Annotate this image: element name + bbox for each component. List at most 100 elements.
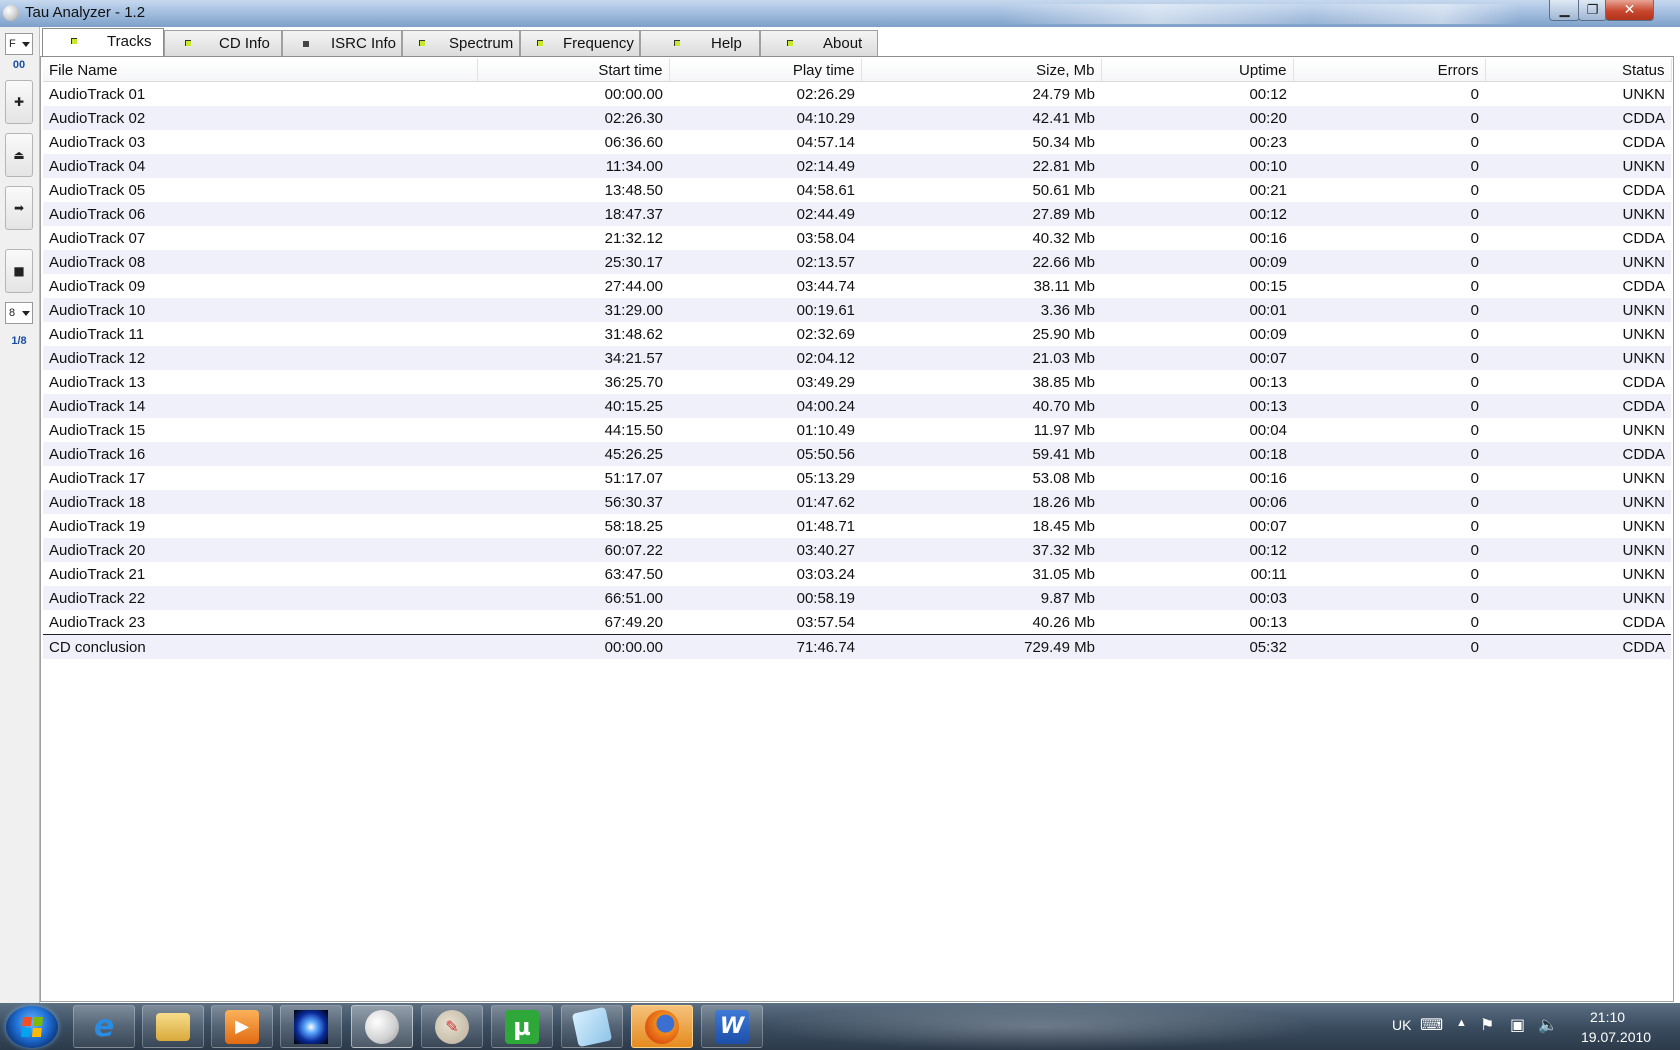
start-button[interactable] (6, 1006, 58, 1048)
cell-play-time: 03:03.24 (796, 565, 855, 583)
taskbar-tau-analyzer[interactable] (351, 1005, 413, 1048)
cell-uptime: 00:06 (1101, 490, 1293, 514)
taskbar-internet-explorer[interactable]: e (73, 1005, 135, 1048)
cell-uptime: 00:16 (1249, 469, 1287, 487)
tab-frequency[interactable]: Frequency (520, 30, 640, 56)
tab-about[interactable]: About (760, 30, 878, 56)
taskbar-media-player[interactable]: ▶ (211, 1005, 273, 1048)
action-center-flag-icon[interactable]: ⚑ (1480, 1015, 1494, 1035)
table-row[interactable]: AudioTrack 05 13:48.50 04:58.61 50.61 Mb 00:… (43, 178, 1671, 202)
table-row[interactable]: AudioTrack 07 21:32.12 03:58.04 40.32 Mb 00:… (43, 226, 1671, 250)
table-row[interactable]: AudioTrack 18 56:30.37 01:47.62 18.26 Mb 00:… (43, 490, 1671, 514)
speed-label: 1/8 (11, 335, 27, 347)
tab-label: CD Info (219, 35, 270, 52)
cell-start-time: 36:25.70 (604, 373, 663, 391)
table-row[interactable]: AudioTrack 15 44:15.50 01:10.49 11.97 Mb 00:… (43, 418, 1671, 442)
cell-play-time: 03:57.54 (796, 613, 855, 631)
table-row[interactable]: AudioTrack 09 27:44.00 03:44.74 38.11 Mb 00:… (43, 274, 1671, 298)
column-header-play-time[interactable]: Play time (669, 59, 862, 82)
table-row[interactable]: AudioTrack 13 36:25.70 03:49.29 38.85 Mb 00:… (43, 370, 1671, 394)
cell-start-time: 60:07.22 (477, 538, 669, 562)
table-row[interactable]: AudioTrack 14 40:15.25 04:00.24 40.70 Mb 00:… (43, 394, 1671, 418)
stop-button[interactable]: ■ (5, 249, 33, 293)
cell-errors: 0 (1470, 565, 1479, 583)
tab-tracks[interactable]: Tracks (42, 28, 164, 56)
cell-play-time: 01:10.49 (796, 421, 855, 439)
cell-status: CDDA (1622, 181, 1665, 199)
clock-date[interactable]: 19.07.2010 (1581, 1029, 1651, 1045)
table-row[interactable]: AudioTrack 20 60:07.22 03:40.27 37.32 Mb 00:… (43, 538, 1671, 562)
column-header-errors[interactable]: Errors (1293, 59, 1486, 82)
column-header-status[interactable]: Status (1485, 59, 1672, 82)
cell-file-name: AudioTrack 03 (49, 133, 146, 151)
app-icon[interactable] (3, 5, 19, 21)
show-hidden-icons-icon[interactable]: ▲ (1456, 1017, 1467, 1029)
cell-status: CDDA (1485, 394, 1671, 418)
cell-status: UNKN (1485, 154, 1671, 178)
column-header-size[interactable]: Size, Mb (861, 59, 1102, 82)
table-row[interactable]: AudioTrack 03 06:36.60 04:57.14 50.34 Mb 00:… (43, 130, 1671, 154)
minimize-button[interactable]: ▁ (1549, 0, 1580, 21)
tab-help[interactable]: Help (640, 30, 760, 56)
taskbar-notepad[interactable] (561, 1005, 623, 1048)
taskbar-decoration (760, 1003, 1320, 1050)
drive-select[interactable]: F (5, 33, 33, 55)
tab-isrc-info[interactable]: ISRC Info (282, 30, 402, 56)
cell-errors: 0 (1470, 85, 1479, 103)
cell-play-time: 71:46.74 (669, 634, 861, 659)
table-row[interactable]: AudioTrack 10 31:29.00 00:19.61 3.36 Mb 00:0… (43, 298, 1671, 322)
table-row[interactable]: AudioTrack 11 31:48.62 02:32.69 25.90 Mb 00:… (43, 322, 1671, 346)
plus-icon: ✚ (13, 95, 25, 109)
status-led-icon (787, 40, 793, 46)
table-row[interactable]: AudioTrack 17 51:17.07 05:13.29 53.08 Mb 00:… (43, 466, 1671, 490)
table-row[interactable]: AudioTrack 08 25:30.17 02:13.57 22.66 Mb 00:… (43, 250, 1671, 274)
tab-bar: Tracks CD Info ISRC Info Spectrum Freque… (42, 28, 878, 56)
title-bar[interactable]: Tau Analyzer - 1.2 ▁ ❐ ✕ (0, 0, 1680, 27)
cell-play-time: 02:32.69 (796, 325, 855, 343)
cell-status: CDDA (1485, 106, 1671, 130)
tab-label: Tracks (107, 33, 152, 50)
column-header-file-name[interactable]: File Name (43, 59, 478, 82)
taskbar-explorer[interactable] (142, 1005, 204, 1048)
taskbar: e ▶ ✎ µ W UK ⌨ ▲ ⚑ ▣ 🔈 21:10 19.07.2010 (0, 1003, 1680, 1050)
drive-select-value: F (9, 38, 16, 50)
network-icon[interactable]: ▣ (1510, 1015, 1525, 1035)
table-row[interactable]: AudioTrack 06 18:47.37 02:44.49 27.89 Mb 00:… (43, 202, 1671, 226)
table-row[interactable]: AudioTrack 02 02:26.30 04:10.29 42.41 Mb 00:… (43, 106, 1671, 130)
table-row[interactable]: AudioTrack 21 63:47.50 03:03.24 31.05 Mb 00:… (43, 562, 1671, 586)
close-button[interactable]: ✕ (1605, 0, 1654, 21)
volume-icon[interactable]: 🔈 (1538, 1015, 1558, 1035)
speed-select[interactable]: 8 (5, 302, 33, 324)
keyboard-icon[interactable]: ⌨ (1420, 1015, 1443, 1035)
cell-size: 24.79 Mb (1032, 85, 1095, 103)
cell-uptime: 00:10 (1101, 154, 1293, 178)
taskbar-paint[interactable]: ✎ (421, 1005, 483, 1048)
table-row[interactable]: AudioTrack 04 11:34.00 02:14.49 22.81 Mb 00:… (43, 154, 1671, 178)
eject-button[interactable]: ⏏ (5, 133, 33, 177)
column-header-uptime[interactable]: Uptime (1101, 59, 1294, 82)
taskbar-word[interactable]: W (701, 1005, 763, 1048)
table-row[interactable]: AudioTrack 16 45:26.25 05:50.56 59.41 Mb 00:… (43, 442, 1671, 466)
language-indicator[interactable]: UK (1392, 1017, 1411, 1033)
taskbar-starburst-app[interactable] (280, 1005, 342, 1048)
table-row[interactable]: AudioTrack 19 58:18.25 01:48.71 18.45 Mb 00:… (43, 514, 1671, 538)
maximize-button[interactable]: ❐ (1578, 0, 1607, 21)
add-button[interactable]: ✚ (5, 80, 33, 124)
summary-row[interactable]: CD conclusion 00:00.00 71:46.74 729.49 Mb 05… (43, 634, 1671, 659)
cell-size: 729.49 Mb (861, 634, 1101, 659)
taskbar-firefox[interactable] (631, 1005, 693, 1048)
cell-file-name: AudioTrack 12 (43, 346, 477, 370)
cell-size: 50.34 Mb (1032, 133, 1095, 151)
table-row[interactable]: AudioTrack 22 66:51.00 00:58.19 9.87 Mb 00:0… (43, 586, 1671, 610)
cell-file-name: AudioTrack 22 (43, 586, 477, 610)
clock-time[interactable]: 21:10 (1590, 1009, 1625, 1025)
cell-start-time: 31:48.62 (604, 325, 663, 343)
table-row[interactable]: AudioTrack 23 67:49.20 03:57.54 40.26 Mb 00:… (43, 610, 1671, 635)
taskbar-utorrent[interactable]: µ (491, 1005, 553, 1048)
column-header-start-time[interactable]: Start time (477, 59, 670, 82)
tab-spectrum[interactable]: Spectrum (402, 30, 520, 56)
table-row[interactable]: AudioTrack 12 34:21.57 02:04.12 21.03 Mb 00:… (43, 346, 1671, 370)
table-row[interactable]: AudioTrack 01 00:00.00 02:26.29 24.79 Mb 00:… (43, 82, 1671, 107)
forward-button[interactable]: ➡ (5, 186, 33, 230)
tab-cd-info[interactable]: CD Info (164, 30, 282, 56)
